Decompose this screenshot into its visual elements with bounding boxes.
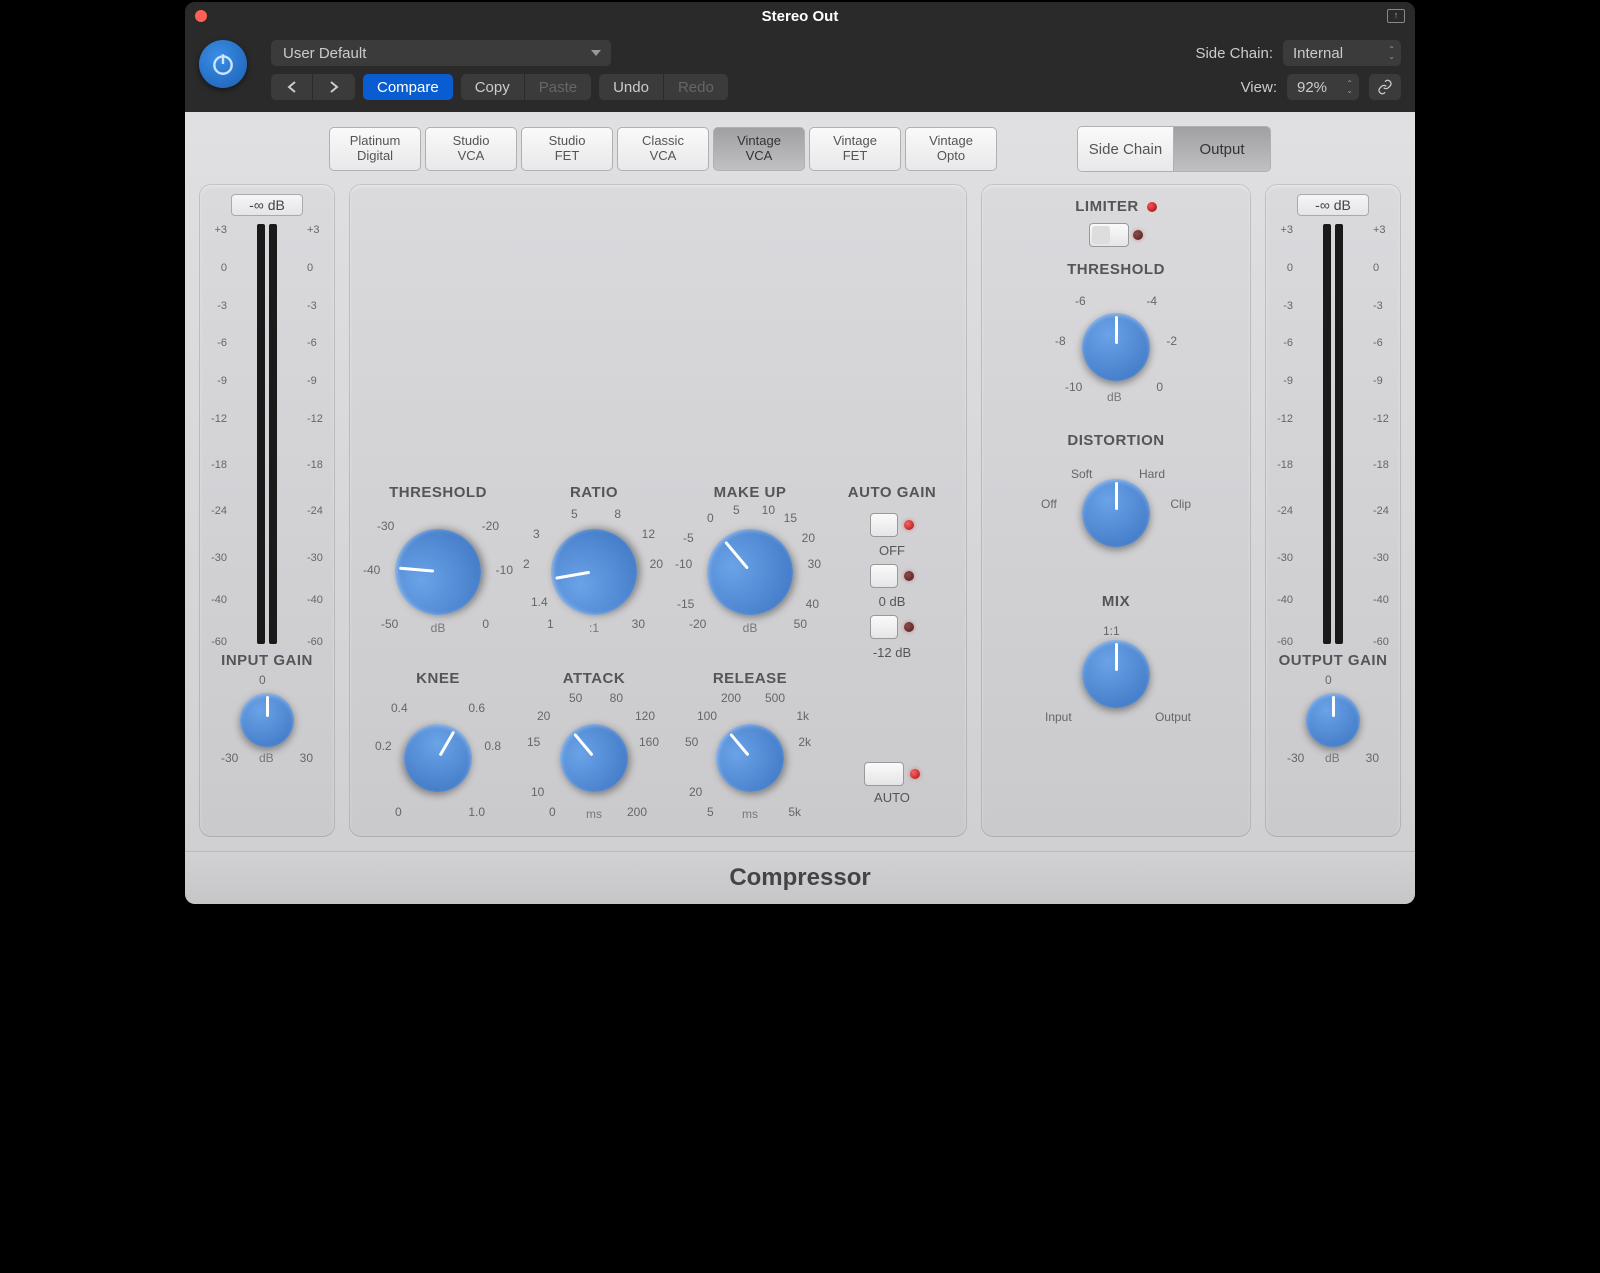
- autogain-0[interactable]: [870, 513, 898, 537]
- release-auto-toggle[interactable]: [864, 762, 904, 786]
- paste-button[interactable]: Paste: [525, 74, 591, 100]
- type-tab-platinum-digital[interactable]: PlatinumDigital: [329, 127, 421, 171]
- sidechain-label: Side Chain:: [1195, 45, 1273, 62]
- output-meter-r: [1335, 224, 1343, 644]
- limiter-toggle[interactable]: [1089, 223, 1129, 247]
- type-tab-vintage-vca[interactable]: VintageVCA: [713, 127, 805, 171]
- type-tab-classic-vca[interactable]: ClassicVCA: [617, 127, 709, 171]
- type-tab-vintage-opto[interactable]: VintageOpto: [905, 127, 997, 171]
- close-window[interactable]: [195, 10, 207, 22]
- mode-tab-output[interactable]: Output: [1174, 127, 1270, 171]
- output-meter-l: [1323, 224, 1331, 644]
- power-button[interactable]: [199, 40, 247, 88]
- preset-select[interactable]: User Default: [271, 40, 611, 66]
- makeup-knob[interactable]: [689, 511, 810, 632]
- view-label: View:: [1241, 79, 1277, 96]
- compare-button[interactable]: Compare: [363, 74, 453, 100]
- output-value: -∞ dB: [1297, 194, 1369, 216]
- mode-tab-side-chain[interactable]: Side Chain: [1078, 127, 1174, 171]
- distortion-knob[interactable]: [1082, 479, 1150, 547]
- type-tab-studio-vca[interactable]: StudioVCA: [425, 127, 517, 171]
- type-tab-studio-fet[interactable]: StudioFET: [521, 127, 613, 171]
- limiter-led: [1147, 202, 1157, 212]
- release-knob[interactable]: [702, 710, 798, 806]
- undo-button[interactable]: Undo: [599, 74, 664, 100]
- view-zoom-select[interactable]: 92%: [1287, 74, 1359, 100]
- threshold-knob[interactable]: [391, 525, 484, 618]
- input-gain-knob[interactable]: [240, 693, 294, 747]
- link-button[interactable]: [1369, 74, 1401, 100]
- plugin-name: Compressor: [185, 851, 1415, 904]
- preset-prev-button[interactable]: [271, 74, 313, 100]
- preset-next-button[interactable]: [313, 74, 355, 100]
- copy-button[interactable]: Copy: [461, 74, 525, 100]
- sidechain-select[interactable]: Internal: [1283, 40, 1401, 66]
- type-tab-vintage-fet[interactable]: VintageFET: [809, 127, 901, 171]
- output-gain-knob[interactable]: [1306, 693, 1360, 747]
- autogain-2[interactable]: [870, 615, 898, 639]
- window-action-icon[interactable]: [1387, 9, 1405, 23]
- knee-knob[interactable]: [392, 712, 485, 805]
- input-value: -∞ dB: [231, 194, 303, 216]
- attack-knob[interactable]: [546, 710, 642, 806]
- autogain-1[interactable]: [870, 564, 898, 588]
- window-title: Stereo Out: [762, 8, 839, 25]
- input-meter-l: [257, 224, 265, 644]
- input-meter-r: [269, 224, 277, 644]
- limiter-threshold-knob[interactable]: [1082, 313, 1150, 381]
- input-gain-label: INPUT GAIN: [221, 652, 313, 669]
- output-gain-label: OUTPUT GAIN: [1279, 652, 1388, 669]
- ratio-knob[interactable]: [544, 522, 644, 622]
- mix-knob[interactable]: [1082, 640, 1150, 708]
- redo-button[interactable]: Redo: [664, 74, 728, 100]
